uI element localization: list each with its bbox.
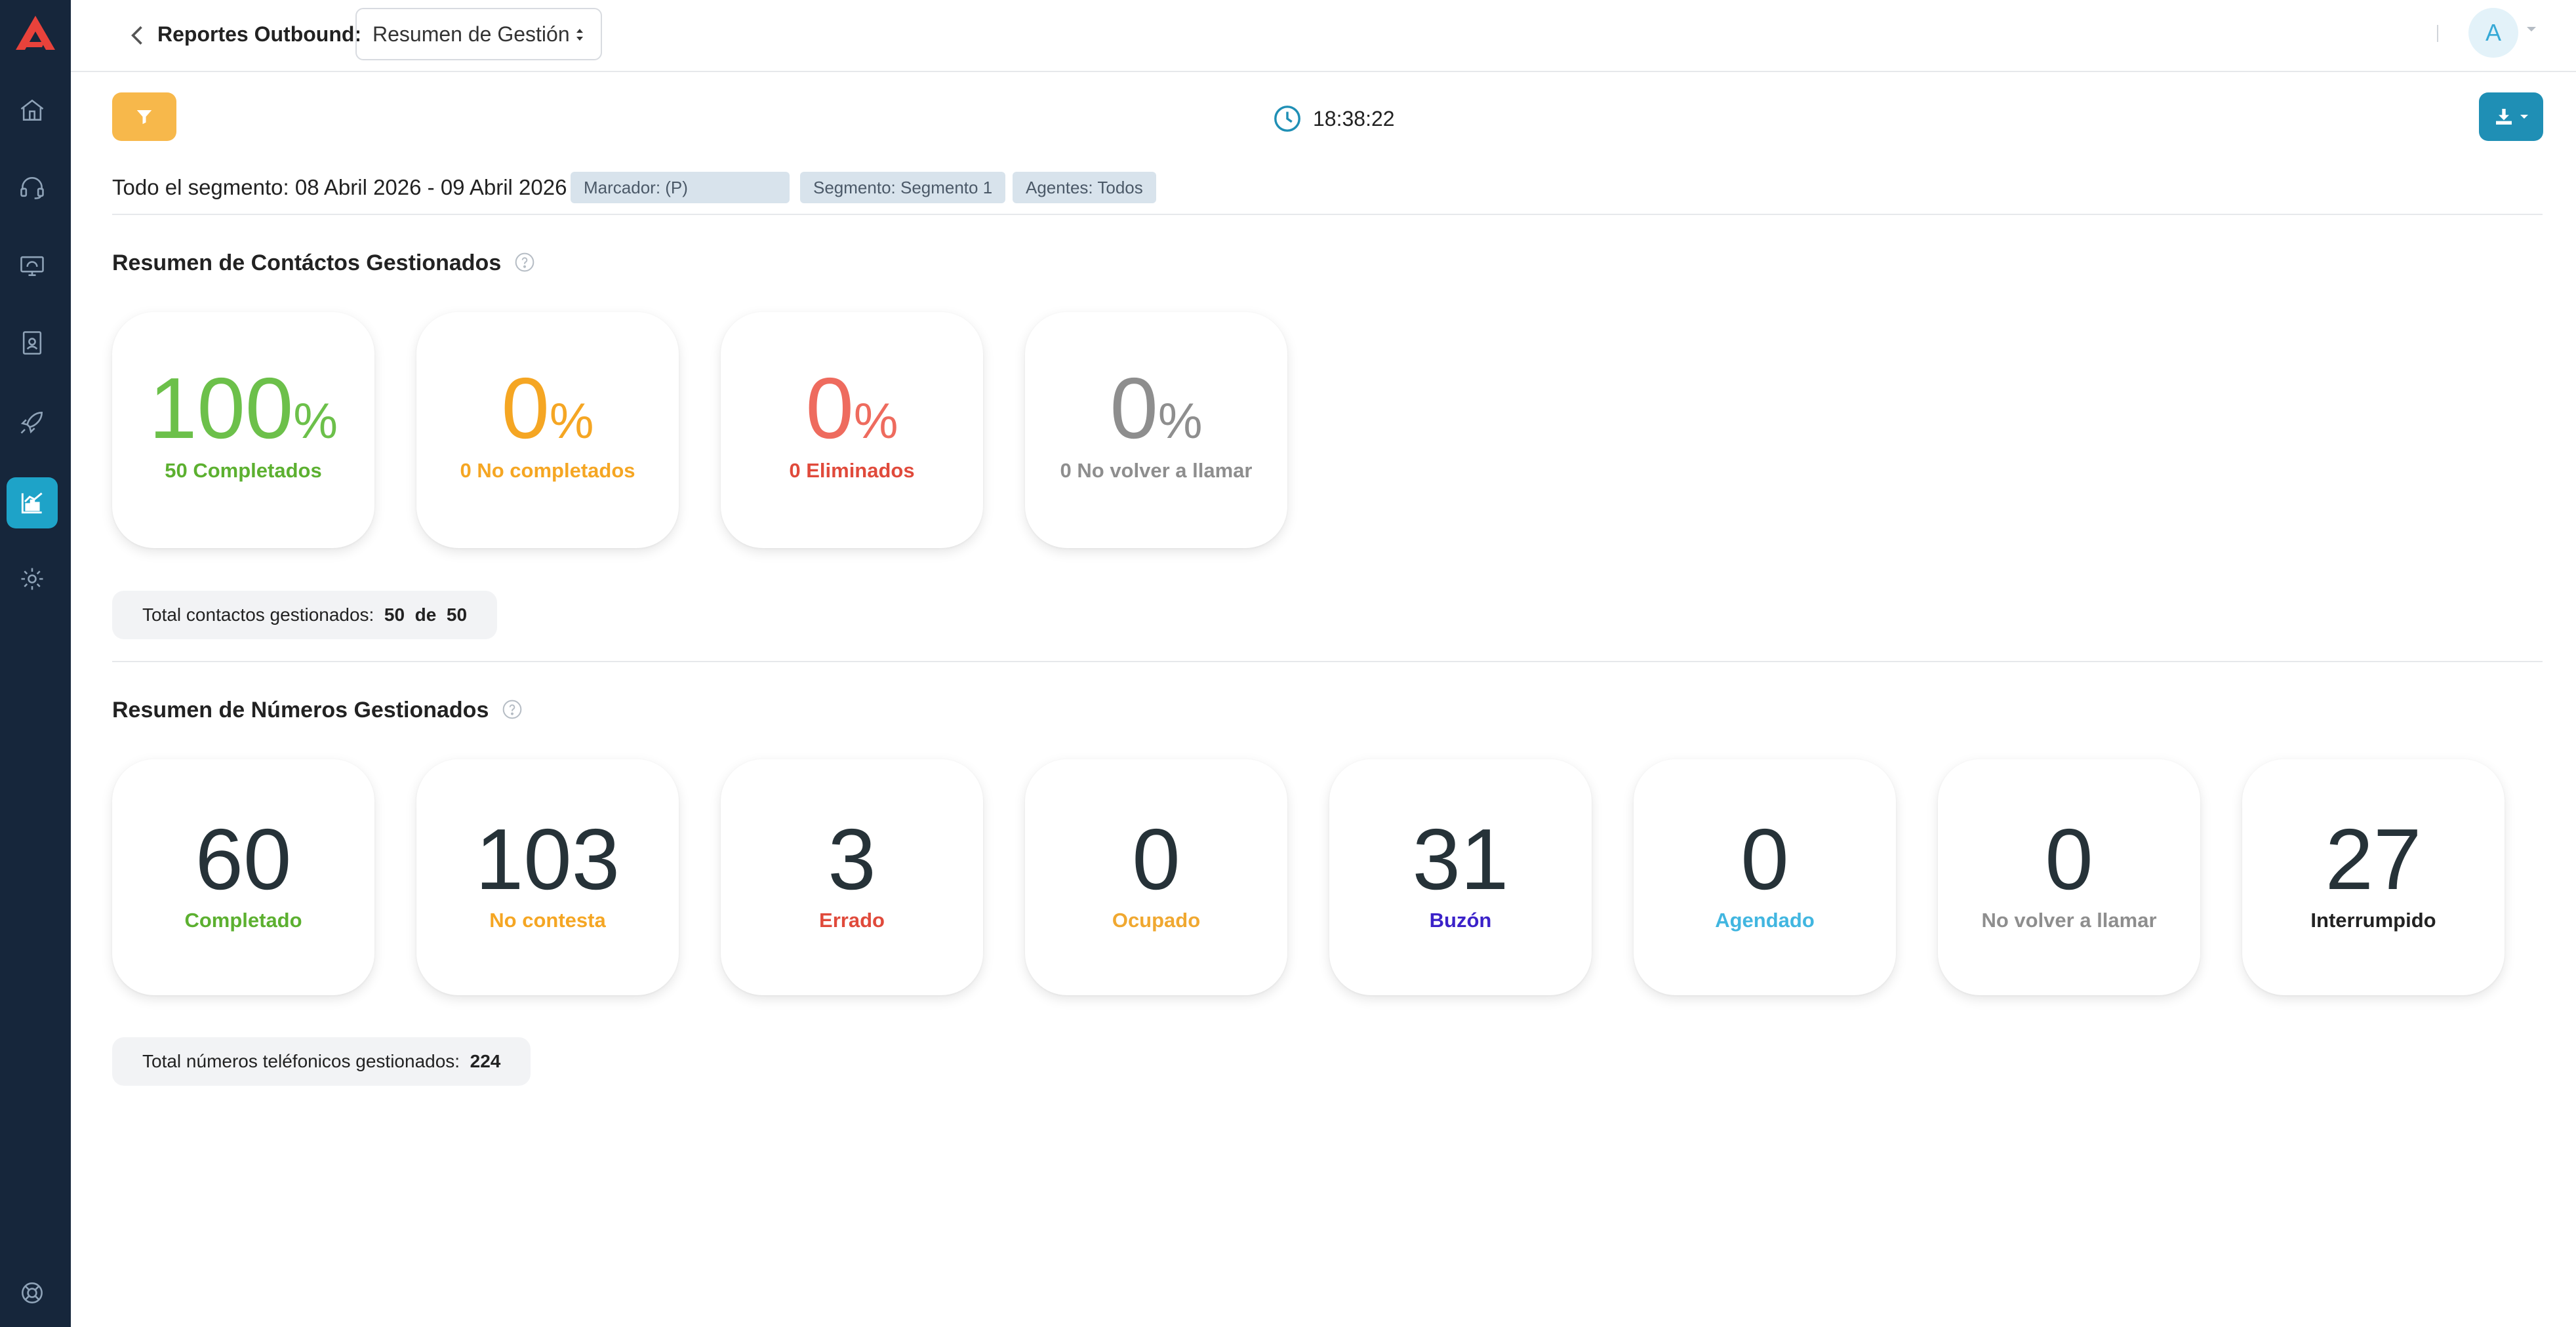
sidebar-item-support[interactable] [7, 1267, 58, 1318]
card-value: 0 [1132, 811, 1180, 907]
card-label: No volver a llamar [1981, 909, 2157, 932]
divider [112, 661, 2543, 662]
card-value: 27 [2325, 811, 2422, 907]
card-label: Completado [184, 909, 302, 932]
percentage-value: 0% [1110, 360, 1203, 456]
numbers-section-title: Resumen de Números Gestionados [112, 696, 523, 724]
report-select-value: Resumen de Gestión [372, 22, 570, 46]
percentage-value: 100% [149, 360, 338, 456]
contacts-section-title: Resumen de Contáctos Gestionados [112, 248, 535, 277]
chevron-down-icon [2520, 115, 2528, 119]
divider [112, 214, 2543, 215]
numbers-card-buzon: 31 Buzón [1329, 759, 1592, 995]
numbers-card-ocupado: 0 Ocupado [1025, 759, 1287, 995]
contacts-card-do-not-call: 0% 0 No volver a llamar [1025, 312, 1287, 548]
sidebar-item-home[interactable] [7, 85, 58, 136]
card-value: 0 [2045, 811, 2093, 907]
monitor-icon [20, 256, 44, 276]
sort-caret-icon [576, 29, 583, 41]
agents-badge: Agentes: Todos [1013, 172, 1156, 203]
percentage-value: 0% [501, 360, 594, 456]
chevron-down-icon[interactable] [2525, 25, 2538, 34]
sidebar-item-settings[interactable] [7, 553, 58, 604]
sidebar-item-contacts[interactable] [7, 317, 58, 368]
download-button[interactable] [2479, 92, 2543, 141]
numbers-card-errado: 3 Errado [721, 759, 983, 995]
total-label: Total números teléfonicos gestionados: [142, 1051, 460, 1071]
clock-icon [1274, 106, 1300, 132]
sidebar [0, 0, 71, 1327]
contacts-book-icon [22, 331, 42, 355]
headset-icon [20, 177, 44, 199]
card-label: 0 Eliminados [789, 459, 915, 482]
download-icon [2496, 109, 2512, 125]
contacts-card-completed: 100% 50 Completados [112, 312, 374, 548]
help-icon[interactable] [502, 699, 523, 720]
sidebar-item-agents[interactable] [7, 162, 58, 213]
topbar: Reportes Outbound: Resumen de Gestión A [71, 0, 2576, 72]
app-logo[interactable] [13, 13, 58, 52]
card-label: Interrumpido [2310, 909, 2436, 932]
card-value: 60 [195, 811, 292, 907]
numbers-card-interrumpido: 27 Interrumpido [2242, 759, 2505, 995]
campaign-rocket-icon [20, 412, 43, 434]
card-value: 103 [475, 811, 620, 907]
card-label: 0 No completados [460, 459, 635, 482]
card-value: 0 [1741, 811, 1789, 907]
contacts-card-deleted: 0% 0 Eliminados [721, 312, 983, 548]
percentage-value: 0% [805, 360, 898, 456]
card-value: 31 [1412, 811, 1509, 907]
numbers-card-agendado: 0 Agendado [1634, 759, 1896, 995]
reports-chart-icon [21, 492, 43, 514]
sidebar-item-reports[interactable] [7, 477, 58, 528]
dialer-badge: Marcador: (P) [571, 172, 790, 203]
report-type-label: Reportes Outbound: [157, 22, 362, 46]
chevron-left-icon[interactable] [123, 21, 152, 50]
help-icon[interactable] [514, 252, 535, 273]
card-label: Agendado [1715, 909, 1815, 932]
segment-date-range: Todo el segmento: 08 Abril 2026 - 09 Abr… [112, 175, 567, 199]
card-label: 0 No volver a llamar [1060, 459, 1253, 482]
numbers-total: Total números teléfonicos gestionados: 2… [112, 1037, 531, 1086]
card-value: 3 [828, 811, 876, 907]
report-select[interactable]: Resumen de Gestión [355, 8, 602, 60]
numbers-card-no-contesta: 103 No contesta [416, 759, 679, 995]
support-lifebuoy-icon [22, 1282, 43, 1303]
contacts-total: Total contactos gestionados: 50 de 50 [112, 591, 498, 639]
user-avatar[interactable]: A [2468, 8, 2518, 58]
settings-gear-icon [21, 568, 43, 590]
home-icon [20, 99, 44, 121]
filter-button[interactable] [112, 92, 176, 141]
total-of: de [414, 604, 437, 625]
total-value: 50 [384, 604, 405, 625]
filter-icon [136, 110, 152, 125]
card-label: Ocupado [1112, 909, 1201, 932]
card-label: No contesta [489, 909, 606, 932]
sidebar-item-monitor[interactable] [7, 240, 58, 291]
clock-time: 18:38:22 [1313, 107, 1395, 130]
total-value: 224 [470, 1051, 501, 1071]
card-label: 50 Completados [165, 459, 322, 482]
contacts-card-not-completed: 0% 0 No completados [416, 312, 679, 548]
card-label: Buzón [1429, 909, 1492, 932]
total-label: Total contactos gestionados: [142, 604, 374, 625]
sidebar-item-campaigns[interactable] [7, 397, 58, 448]
numbers-section-title-text: Resumen de Números Gestionados [112, 698, 489, 723]
total-max: 50 [446, 604, 468, 625]
card-label: Errado [819, 909, 885, 932]
numbers-card-no-volver-a-llamar: 0 No volver a llamar [1938, 759, 2200, 995]
segment-badge: Segmento: Segmento 1 [800, 172, 1006, 203]
topbar-divider [2437, 25, 2438, 42]
contacts-section-title-text: Resumen de Contáctos Gestionados [112, 250, 502, 275]
numbers-card-completado: 60 Completado [112, 759, 374, 995]
